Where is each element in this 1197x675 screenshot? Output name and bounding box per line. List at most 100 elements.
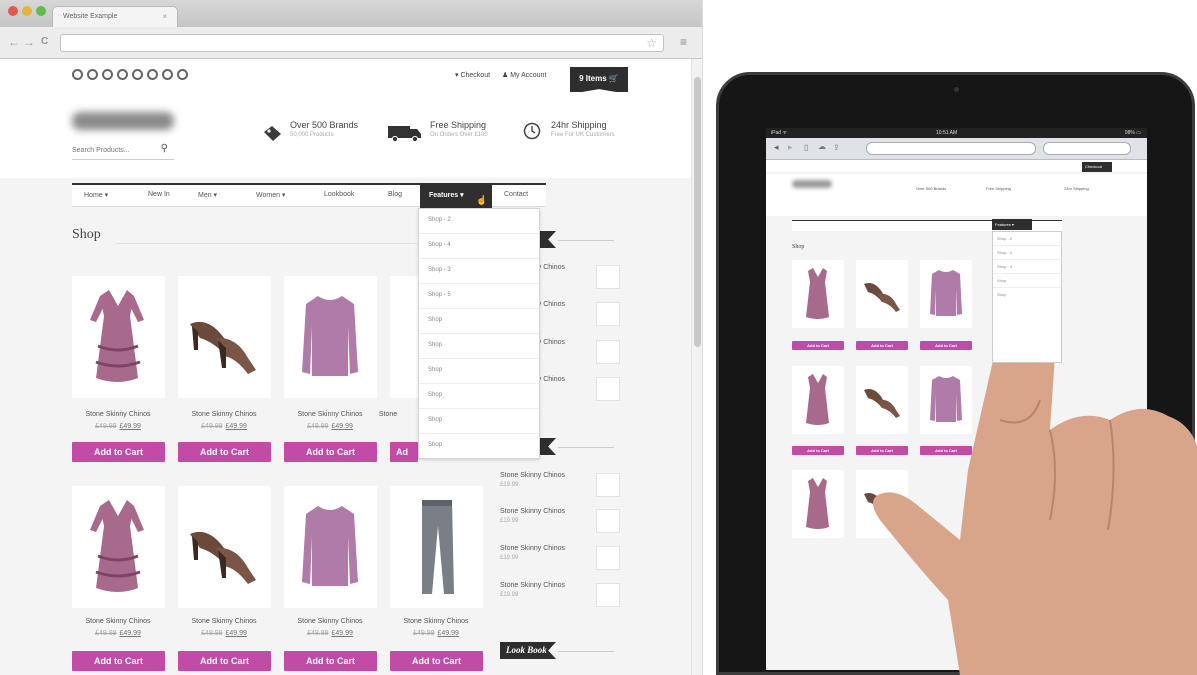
ipad-product-card[interactable] [920,366,972,434]
social-icon-3[interactable] [102,69,113,80]
social-icon-7[interactable] [162,69,173,80]
add-to-cart-button[interactable]: Add to Cart [72,651,165,671]
social-icon-1[interactable] [72,69,83,80]
reload-icon[interactable]: C [41,35,48,49]
product-name[interactable]: Stone Skinny Chinos [386,618,486,625]
ipad-product-card[interactable] [856,366,908,434]
product-image-sandals[interactable] [178,486,271,608]
nav-blog[interactable]: Blog [388,191,402,198]
product-image-sandals[interactable] [178,276,271,398]
browser-menu-icon[interactable]: ≡ [680,35,687,49]
dropdown-item[interactable]: Shop - 2 [419,209,539,234]
ipad-cloud-icon[interactable]: ☁ [818,142,826,151]
nav-lookbook[interactable]: Lookbook [324,191,354,198]
ipad-product-card[interactable] [792,260,844,328]
add-to-cart-button[interactable]: Add to Cart [178,442,271,462]
site-logo[interactable] [72,112,174,130]
add-to-cart-button[interactable]: Add to Cart [390,651,483,671]
dropdown-item[interactable]: Shop [419,384,539,409]
bookmark-star-icon[interactable]: ☆ [646,36,657,50]
add-to-cart-button[interactable]: Add to Cart [72,442,165,462]
sidebar-item[interactable]: Stone Skinny Chinos £19.99 [500,508,620,542]
ipad-dropdown-item[interactable]: Shop - 4 [993,246,1061,260]
ipad-nav-features[interactable]: Features ▾ [992,219,1032,230]
dropdown-item[interactable]: Shop [419,409,539,434]
product-image-jeans[interactable] [390,276,418,398]
ipad-product-card[interactable] [792,470,844,538]
url-bar[interactable]: ☆ [60,34,664,52]
ipad-url-bar[interactable] [866,142,1036,155]
search-icon[interactable]: ⚲ [161,143,168,154]
product-name[interactable]: Stone Skinny Chinos [174,618,274,625]
maximize-window-icon[interactable] [36,6,46,16]
product-name[interactable]: Stone Skinny Chinos [68,411,168,418]
back-icon[interactable]: ← [8,35,20,49]
close-window-icon[interactable] [8,6,18,16]
ipad-product-card[interactable] [856,260,908,328]
social-icon-2[interactable] [87,69,98,80]
sidebar-item[interactable]: Stone Skinny Chinos £19.99 [500,582,620,616]
sidebar-item[interactable]: Stone Skinny Chinos £19.99 [500,472,620,506]
ipad-dropdown-item[interactable]: Shop [993,288,1061,302]
ipad-bookmarks-icon[interactable]: ▯ [804,143,808,152]
ipad-dropdown-item[interactable]: Shop [993,274,1061,288]
tab-close-icon[interactable]: × [162,12,167,21]
social-icon-5[interactable] [132,69,143,80]
ipad-add-to-cart-button[interactable]: Add to Cart [920,341,972,350]
product-image-jeans[interactable] [390,486,483,608]
scrollbar[interactable] [691,59,702,675]
dropdown-item[interactable]: Shop [419,309,539,334]
social-icon-6[interactable] [147,69,158,80]
ipad-add-to-cart-button[interactable]: Add to Cart [920,446,972,455]
sidebar-item[interactable]: Stone Skinny Chinos £19.99 [500,545,620,579]
ipad-add-to-cart-button[interactable]: Add to Cart [792,341,844,350]
nav-new-in[interactable]: New In [148,191,170,198]
product-name[interactable]: Stone Skinny Chinos [280,411,380,418]
ipad-share-icon[interactable]: ⇪ [833,143,840,152]
my-account-link[interactable]: ♟ My Account [502,72,546,79]
forward-icon[interactable]: → [23,35,35,49]
dropdown-item[interactable]: Shop [419,334,539,359]
ipad-back-icon[interactable]: ◂ [774,142,779,153]
add-to-cart-button[interactable]: Add to Cart [178,651,271,671]
ipad-add-to-cart-button[interactable]: Add to Cart [856,446,908,455]
search-input[interactable]: Search Products... ⚲ [72,143,174,160]
cart-button[interactable]: 9 Items 🛒 [570,67,628,94]
ipad-dropdown-item[interactable]: Shop - 3 [993,260,1061,274]
product-image-sweater[interactable] [284,486,377,608]
add-to-cart-button[interactable]: Add to Cart [284,651,377,671]
product-image-dress[interactable] [72,486,165,608]
product-name[interactable]: Stone Skinny Chinos [280,618,380,625]
product-name[interactable]: Stone Skinny Chinos [68,618,168,625]
dropdown-item[interactable]: Shop [419,434,539,459]
nav-men[interactable]: Men ▾ [198,191,217,199]
nav-contact[interactable]: Contact [504,191,528,198]
social-icon-8[interactable] [177,69,188,80]
scrollbar-thumb[interactable] [694,77,701,347]
product-name[interactable]: Stone [368,411,408,418]
checkout-link[interactable]: ▾ Checkout [455,72,490,79]
ipad-search-field[interactable] [1043,142,1131,155]
add-to-cart-button[interactable]: Add to Cart [284,442,377,462]
dropdown-item[interactable]: Shop - 3 [419,259,539,284]
nav-home[interactable]: Home ▾ [84,191,108,199]
dropdown-item[interactable]: Shop - 5 [419,284,539,309]
browser-tab[interactable]: Website Example × [52,6,178,27]
ipad-add-to-cart-button[interactable]: Add to Cart [792,446,844,455]
ipad-product-card[interactable] [920,260,972,328]
nav-women[interactable]: Women ▾ [256,191,285,199]
product-image-dress[interactable] [72,276,165,398]
ipad-product-card[interactable] [792,366,844,434]
social-icon-4[interactable] [117,69,128,80]
dropdown-item[interactable]: Shop [419,359,539,384]
ipad-product-card[interactable] [856,470,908,538]
ipad-add-to-cart-button[interactable]: Add to Cart [856,341,908,350]
product-image-sweater[interactable] [284,276,377,398]
minimize-window-icon[interactable] [22,6,32,16]
ipad-dropdown-item[interactable]: Shop - 2 [993,232,1061,246]
dropdown-item[interactable]: Shop - 4 [419,234,539,259]
add-to-cart-button[interactable]: Ad [390,442,418,462]
ipad-cart-button[interactable]: Checkout [1082,162,1112,172]
ipad-forward-icon[interactable]: ▸ [788,142,793,153]
product-name[interactable]: Stone Skinny Chinos [174,411,274,418]
